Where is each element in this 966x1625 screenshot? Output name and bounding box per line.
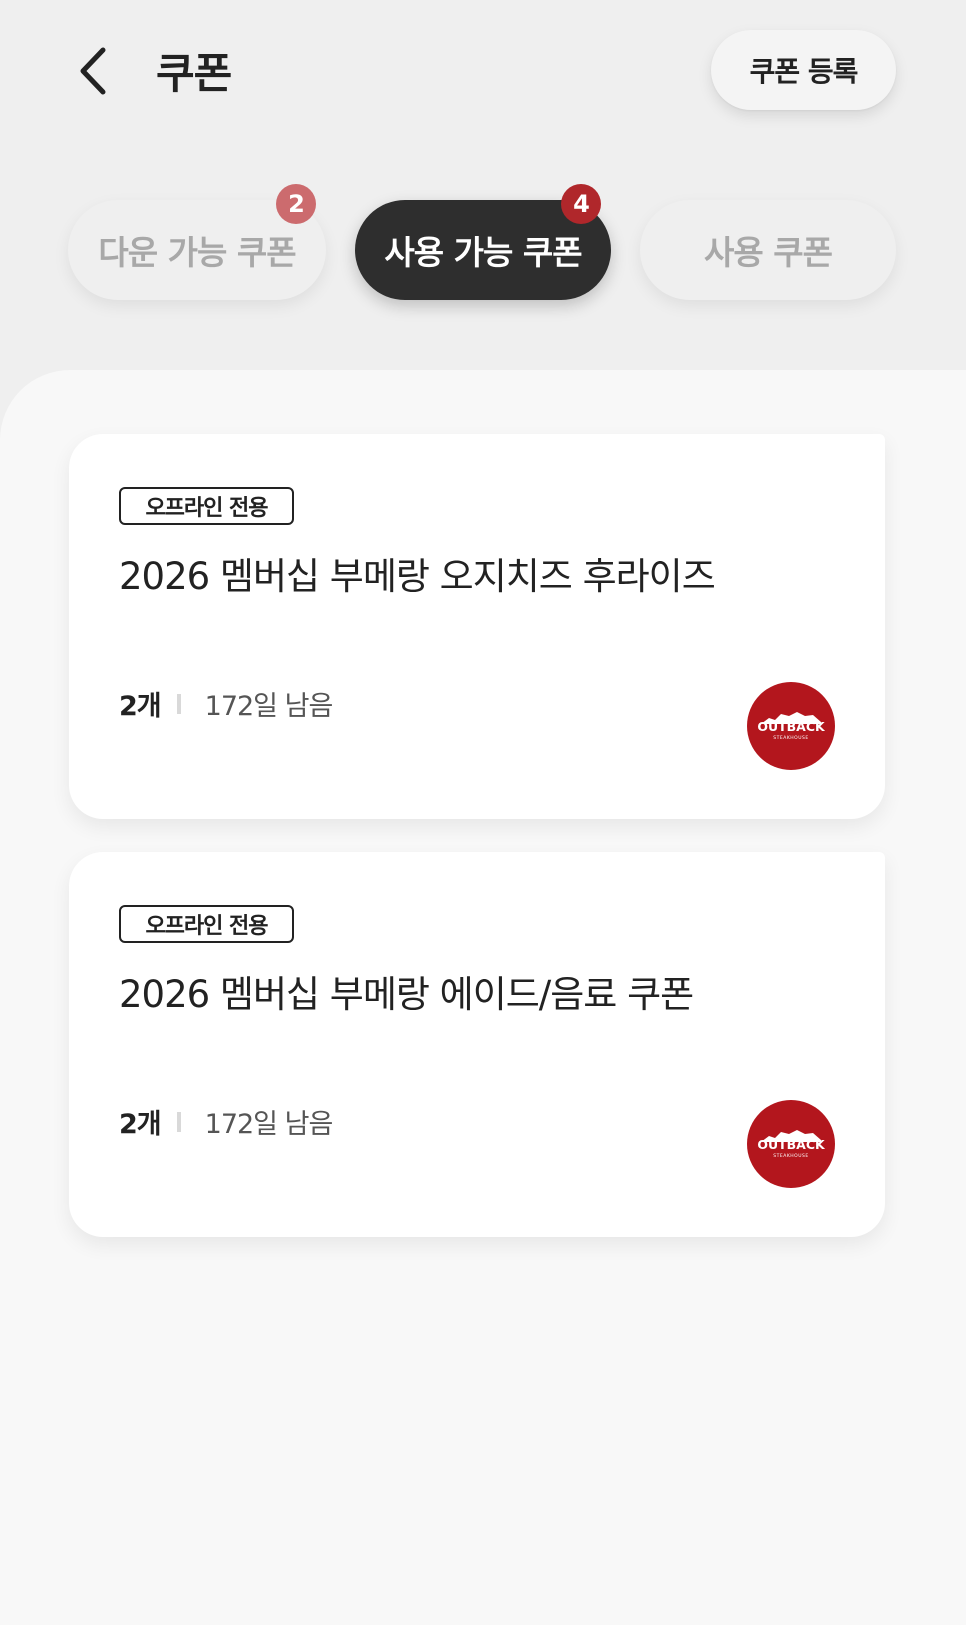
- chevron-left-icon: [80, 47, 106, 95]
- tab-download-available[interactable]: 다운 가능 쿠폰 2: [68, 184, 326, 300]
- divider: [176, 693, 181, 714]
- offline-only-chip: 오프라인 전용: [119, 487, 294, 525]
- register-coupon-button[interactable]: 쿠폰 등록: [711, 30, 896, 110]
- page-title: 쿠폰: [156, 49, 232, 98]
- tab-used[interactable]: 사용 쿠폰: [640, 200, 896, 300]
- brand-name: OUTBACK: [757, 1137, 826, 1152]
- coupon-quantity: 2개: [119, 1109, 162, 1140]
- offline-only-chip: 오프라인 전용: [119, 905, 294, 943]
- brand-name: OUTBACK: [757, 719, 826, 734]
- coupon-list-panel: 오프라인 전용 2026 멤버십 부메랑 오지치즈 후라이즈 2개 172일 남…: [0, 370, 966, 1625]
- coupon-quantity: 2개: [119, 691, 162, 722]
- count-badge: 4: [561, 184, 601, 224]
- coupon-remaining-days: 172일 남음: [204, 691, 334, 722]
- brand-sub: STEAKHOUSE: [773, 735, 808, 741]
- coupon-tabs: 다운 가능 쿠폰 2 사용 가능 쿠폰 4 사용 쿠폰: [0, 184, 966, 304]
- outback-logo-icon: OUTBACK STEAKHOUSE: [747, 1100, 835, 1188]
- tab-usable[interactable]: 사용 가능 쿠폰 4: [355, 184, 611, 300]
- coupon-card[interactable]: 오프라인 전용 2026 멤버십 부메랑 에이드/음료 쿠폰 2개 172일 남…: [69, 852, 885, 1237]
- coupon-card[interactable]: 오프라인 전용 2026 멤버십 부메랑 오지치즈 후라이즈 2개 172일 남…: [69, 434, 885, 819]
- tab-label: 사용 가능 쿠폰: [384, 233, 582, 272]
- back-button[interactable]: [62, 36, 122, 106]
- coupon-meta: 2개 172일 남음: [119, 684, 334, 723]
- app-header: 쿠폰 쿠폰 등록: [0, 0, 966, 150]
- coupon-meta: 2개 172일 남음: [119, 1102, 334, 1141]
- tab-label: 사용 쿠폰: [704, 233, 833, 272]
- brand-sub: STEAKHOUSE: [773, 1153, 808, 1159]
- coupon-title: 2026 멤버십 부메랑 오지치즈 후라이즈: [119, 555, 716, 598]
- count-badge: 2: [276, 184, 316, 224]
- coupon-title: 2026 멤버십 부메랑 에이드/음료 쿠폰: [119, 973, 694, 1016]
- divider: [176, 1111, 181, 1132]
- outback-logo-icon: OUTBACK STEAKHOUSE: [747, 682, 835, 770]
- coupon-remaining-days: 172일 남음: [204, 1109, 334, 1140]
- tab-label: 다운 가능 쿠폰: [98, 233, 296, 272]
